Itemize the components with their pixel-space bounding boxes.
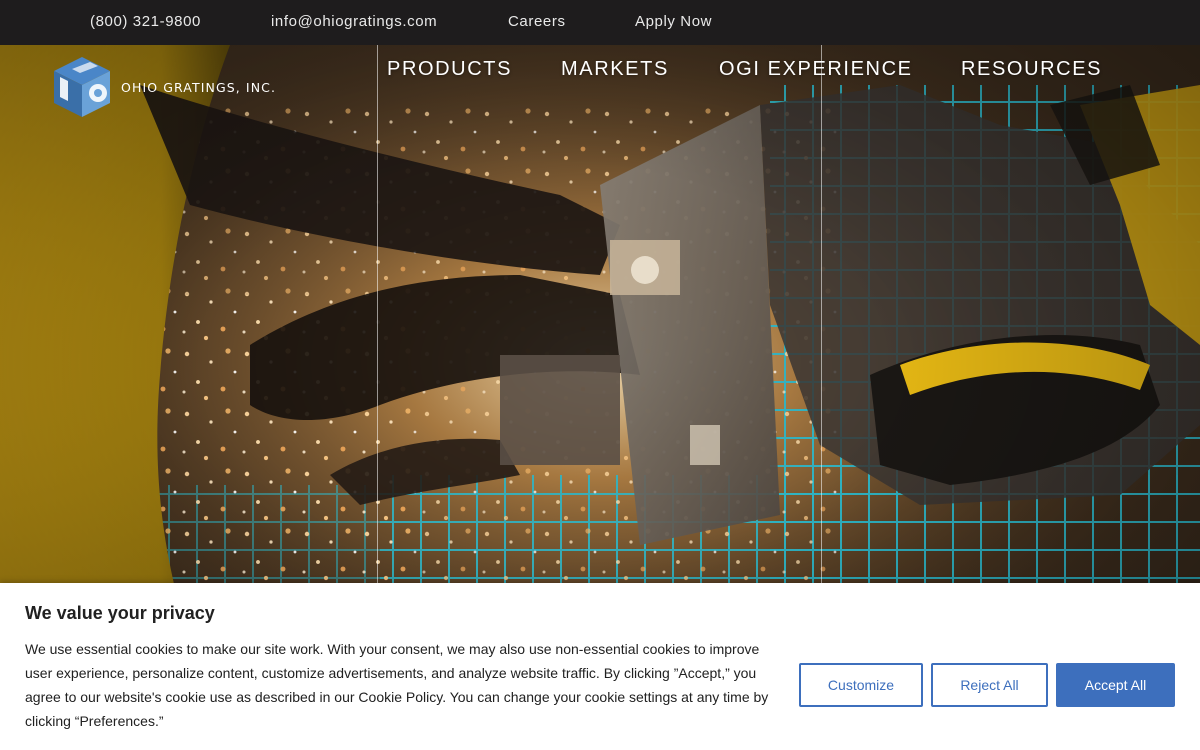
phone-link[interactable]: (800) 321-9800	[90, 13, 201, 31]
nav-item-markets[interactable]: MARKETS	[561, 57, 669, 81]
hero-divider-line	[821, 45, 822, 585]
accept-all-button[interactable]: Accept All	[1056, 663, 1175, 707]
reject-all-button[interactable]: Reject All	[931, 663, 1048, 707]
cookie-description: We use essential cookies to make our sit…	[25, 641, 769, 729]
page: (800) 321-9800 info@ohiogratings.com Car…	[0, 0, 1200, 750]
main-navigation: PRODUCTS MARKETS OGI EXPERIENCE RESOURCE…	[0, 57, 1200, 83]
apply-now-link[interactable]: Apply Now	[635, 13, 712, 31]
nav-item-resources[interactable]: RESOURCES	[961, 57, 1102, 81]
cookie-consent-banner: We value your privacy We use essential c…	[0, 583, 1200, 750]
nav-item-products[interactable]: PRODUCTS	[387, 57, 512, 81]
hero-divider-line	[377, 45, 378, 585]
careers-link[interactable]: Careers	[508, 13, 566, 31]
top-contact-bar: (800) 321-9800 info@ohiogratings.com Car…	[0, 0, 1200, 45]
email-link[interactable]: info@ohiogratings.com	[271, 13, 437, 31]
cookie-title: We value your privacy	[25, 603, 215, 623]
nav-item-ogi-experience[interactable]: OGI EXPERIENCE	[719, 57, 913, 81]
customize-button[interactable]: Customize	[799, 663, 923, 707]
